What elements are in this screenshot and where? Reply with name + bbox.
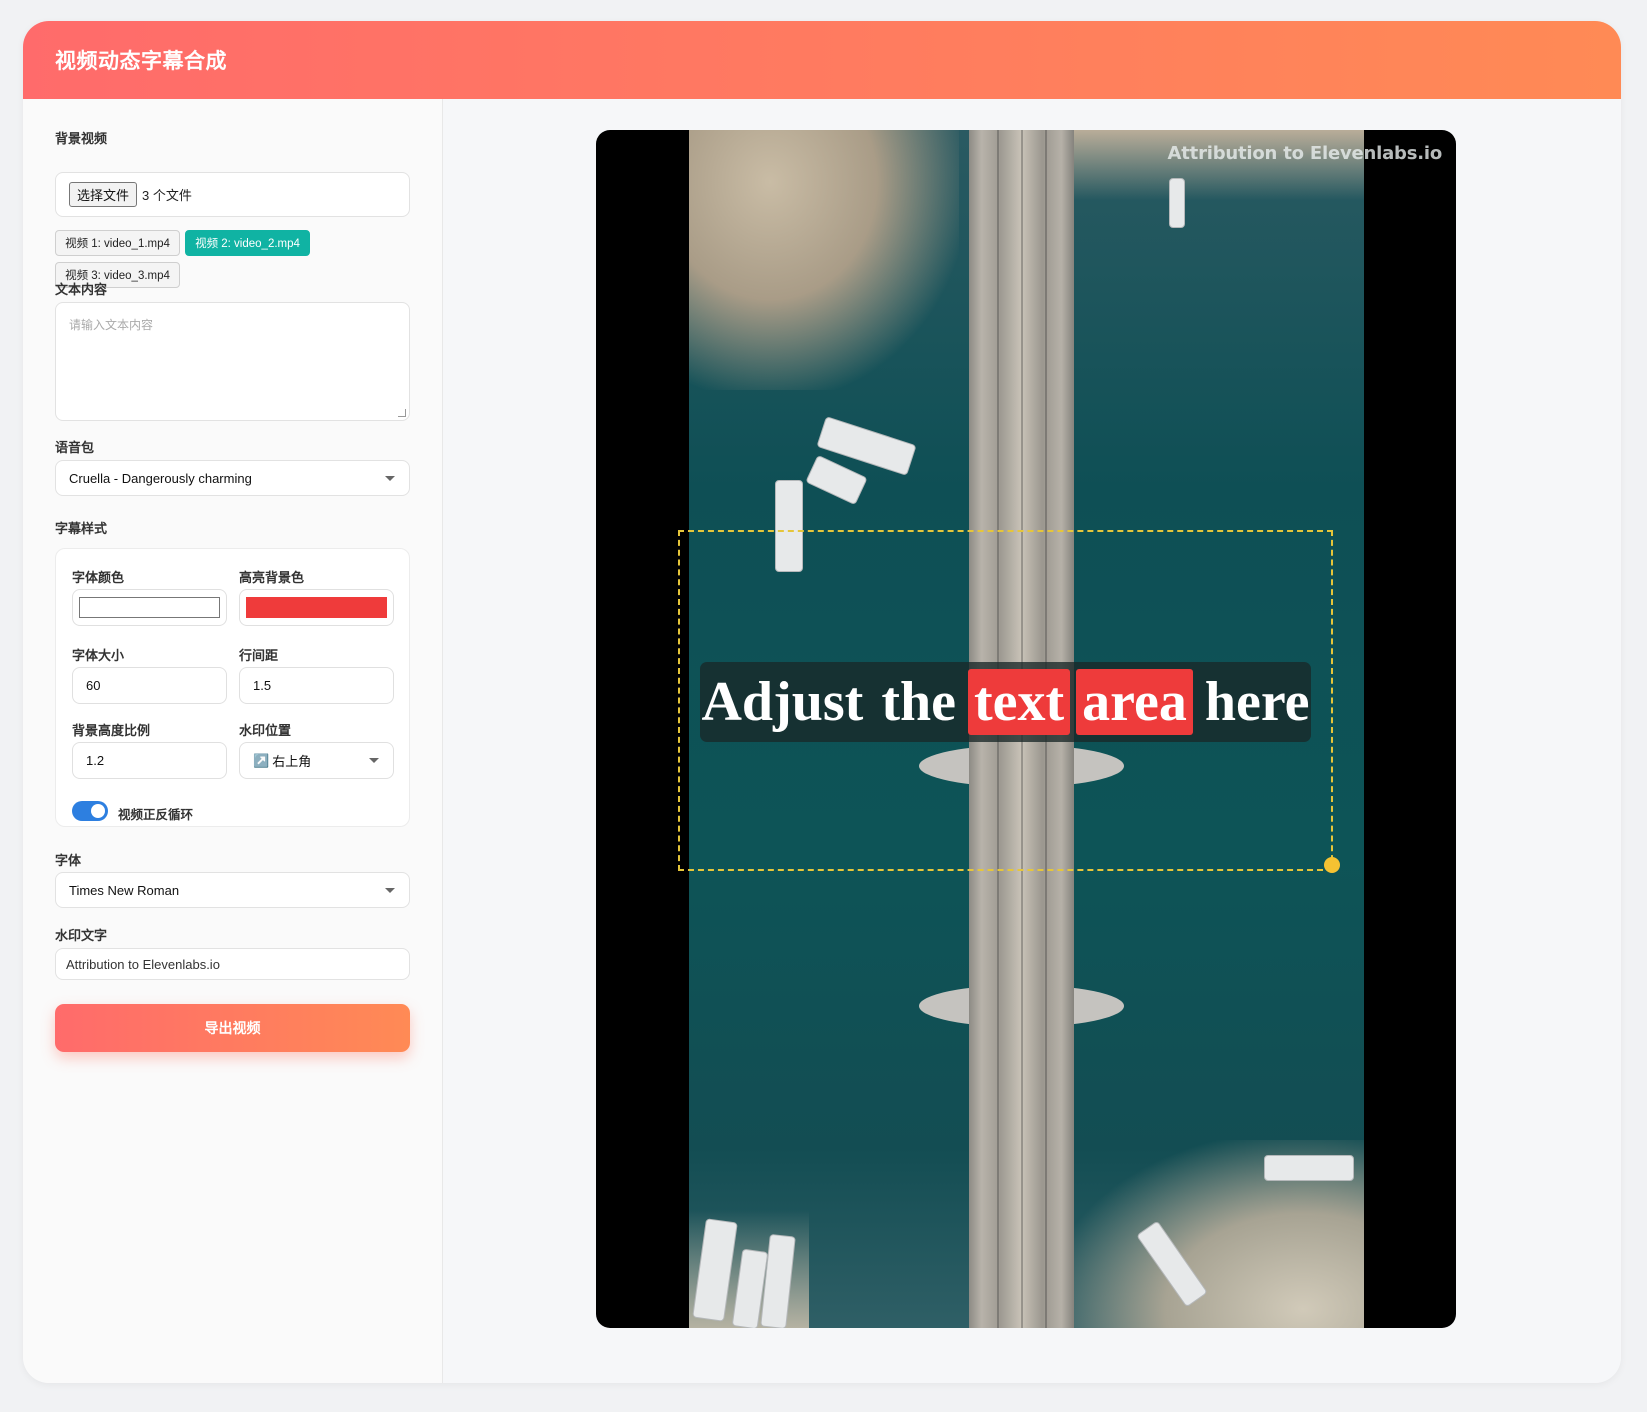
settings-sidebar: 背景视频 选择文件 3 个文件 视频 1: video_1.mp4 视频 2: … xyxy=(23,99,443,1383)
subtitle-word-highlighted: area xyxy=(1076,669,1193,735)
export-video-button[interactable]: 导出视频 xyxy=(55,1004,410,1052)
watermark-position-select[interactable]: ↗️ 右上角 xyxy=(239,742,394,779)
highlight-color-swatch xyxy=(246,597,387,618)
video-preview[interactable]: Attribution to Elevenlabs.io Adjust the … xyxy=(596,130,1456,1328)
subtitle-word: Adjust xyxy=(701,671,864,733)
font-color-label: 字体颜色 xyxy=(72,570,125,585)
subtitle-style-label: 字幕样式 xyxy=(55,521,108,536)
font-size-input[interactable]: 60 xyxy=(72,667,227,704)
font-size-label: 字体大小 xyxy=(72,648,125,663)
video-chip-1[interactable]: 视频 1: video_1.mp4 xyxy=(55,230,180,256)
app-title: 视频动态字幕合成 xyxy=(55,50,227,73)
subtitle-word: the xyxy=(881,671,956,733)
shore-decoration xyxy=(1069,130,1364,200)
voice-label: 语音包 xyxy=(55,440,95,455)
boat xyxy=(805,454,868,506)
watermark-text-label: 水印文字 xyxy=(55,928,108,943)
loop-label: 视频正反循环 xyxy=(118,808,194,822)
chevron-down-icon xyxy=(385,888,395,893)
toggle-knob xyxy=(91,804,105,818)
loop-toggle[interactable] xyxy=(72,801,108,821)
shore-decoration xyxy=(689,130,959,390)
watermark-position-selected: 右上角 xyxy=(272,754,312,769)
text-content-input[interactable]: 请输入文本内容 xyxy=(55,302,410,421)
text-content-placeholder: 请输入文本内容 xyxy=(69,318,154,332)
watermark-position-label: 水印位置 xyxy=(239,723,292,738)
chevron-down-icon xyxy=(369,758,379,763)
highlight-color-picker[interactable] xyxy=(239,589,394,626)
resize-handle[interactable] xyxy=(1324,857,1340,873)
text-content-label: 文本内容 xyxy=(55,282,108,297)
voice-select[interactable]: Cruella - Dangerously charming xyxy=(55,460,410,496)
resize-handle-icon[interactable] xyxy=(398,409,406,417)
preview-area: Attribution to Elevenlabs.io Adjust the … xyxy=(443,99,1621,1383)
subtitle-style-card: 字体颜色 高亮背景色 字体大小 60 行间距 1.5 背景高度比例 1.2 水印… xyxy=(55,548,410,827)
bg-height-ratio-input[interactable]: 1.2 xyxy=(72,742,227,779)
line-height-label: 行间距 xyxy=(239,648,279,663)
boat xyxy=(1264,1155,1354,1181)
watermark-overlay: Attribution to Elevenlabs.io xyxy=(1167,143,1443,164)
font-color-picker[interactable] xyxy=(72,589,227,626)
chevron-down-icon xyxy=(385,476,395,481)
font-label: 字体 xyxy=(55,853,82,868)
choose-file-button[interactable]: 选择文件 xyxy=(69,182,138,207)
font-selected: Times New Roman xyxy=(69,882,180,898)
subtitle-overlay: Adjust the text area here xyxy=(700,662,1311,742)
watermark-text-input[interactable]: Attribution to Elevenlabs.io xyxy=(55,948,410,980)
highlight-bg-label: 高亮背景色 xyxy=(239,570,305,585)
app-window: 视频动态字幕合成 背景视频 选择文件 3 个文件 视频 1: video_1.m… xyxy=(23,21,1621,1383)
app-header: 视频动态字幕合成 xyxy=(23,21,1621,99)
bg-video-label: 背景视频 xyxy=(55,131,108,146)
arrow-up-right-icon: ↗️ xyxy=(253,752,270,768)
subtitle-word-highlighted: text xyxy=(967,669,1071,735)
line-height-input[interactable]: 1.5 xyxy=(239,667,394,704)
subtitle-word: here xyxy=(1204,671,1310,733)
boat xyxy=(1169,178,1185,228)
font-color-swatch xyxy=(79,597,220,618)
voice-selected: Cruella - Dangerously charming xyxy=(69,470,252,486)
video-file-input[interactable]: 选择文件 3 个文件 xyxy=(55,172,410,217)
video-chip-2[interactable]: 视频 2: video_2.mp4 xyxy=(185,230,310,256)
file-count: 3 个文件 xyxy=(142,188,192,203)
font-select[interactable]: Times New Roman xyxy=(55,872,410,908)
bg-height-ratio-label: 背景高度比例 xyxy=(72,723,151,738)
